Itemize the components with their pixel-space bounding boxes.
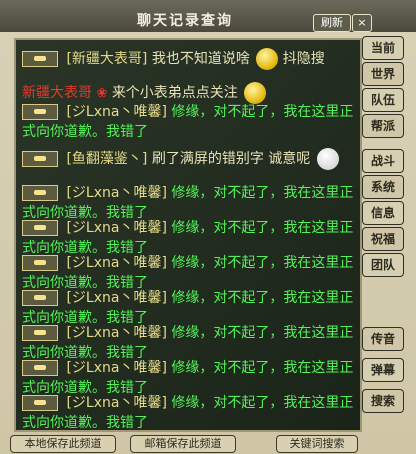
rose-icon: ❀	[96, 86, 108, 101]
tab-whisper[interactable]: 传音	[362, 327, 404, 351]
channel-icon	[22, 325, 58, 341]
chat-message: [ジLxna丶唯馨] 修缘，对不起了，我在这里正式向你道歉。我错了	[22, 183, 354, 223]
channel-icon	[22, 220, 58, 236]
smile-emoji-icon	[256, 48, 279, 70]
tab-current[interactable]: 当前	[362, 36, 404, 60]
sender-name: [ジLxna丶唯馨]	[66, 104, 167, 120]
channel-icon	[22, 51, 58, 67]
white-emoji-icon	[316, 148, 339, 170]
channel-icon	[22, 290, 58, 306]
close-button[interactable]: ×	[352, 14, 372, 32]
chat-log-panel[interactable]: [新疆大表哥] 我也不知道说啥 抖隐搜 新疆大表哥 ❀ 来个小表弟点点关注 [ジ…	[14, 38, 362, 432]
channel-icon	[22, 151, 58, 167]
channel-icon	[22, 360, 58, 376]
chat-message: [ジLxna丶唯馨] 修缘，对不起了，我在这里正式向你道歉。我错了	[22, 102, 354, 142]
chat-message: [ジLxna丶唯馨] 修缘，对不起了，我在这里正式向你道歉。我错了	[22, 393, 354, 430]
sender-name: [新疆大表哥]	[66, 51, 148, 67]
chat-message: [ジLxna丶唯馨] 修缘，对不起了，我在这里正式向你道歉。我错了	[22, 288, 354, 328]
tab-team[interactable]: 队伍	[362, 88, 404, 112]
sender-name: [ジLxna丶唯馨]	[66, 325, 167, 341]
smile-emoji-icon	[244, 82, 267, 104]
tab-guild[interactable]: 帮派	[362, 114, 404, 138]
tab-world[interactable]: 世界	[362, 62, 404, 86]
bottom-button-bar: 本地保存此频道 邮箱保存此频道 关键词搜索	[0, 431, 416, 454]
channel-icon	[22, 104, 58, 120]
chat-message: [ジLxna丶唯馨] 修缘，对不起了，我在这里正式向你道歉。我错了	[22, 323, 354, 363]
sender-name: [鱼翻藻鉴丶]	[66, 151, 148, 167]
channel-icon	[22, 255, 58, 271]
tab-danmaku[interactable]: 弹幕	[362, 358, 404, 382]
sender-name: [ジLxna丶唯馨]	[66, 185, 167, 201]
sender-name: [ジLxna丶唯馨]	[66, 220, 167, 236]
titlebar: 聊天记录查询 刷新 ×	[0, 0, 416, 32]
refresh-button[interactable]: 刷新	[313, 14, 351, 32]
message-extra: 抖隐搜	[282, 51, 325, 67]
sender-name: [ジLxna丶唯馨]	[66, 395, 167, 411]
sender-name: [ジLxna丶唯馨]	[66, 255, 167, 271]
chat-message: [ジLxna丶唯馨] 修缘，对不起了，我在这里正式向你道歉。我错了	[22, 358, 354, 398]
sender-name: [ジLxna丶唯馨]	[66, 360, 167, 376]
chat-message: [ジLxna丶唯馨] 修缘，对不起了，我在这里正式向你道歉。我错了	[22, 253, 354, 293]
sender-name: [ジLxna丶唯馨]	[66, 290, 167, 306]
chat-message: [ジLxna丶唯馨] 修缘，对不起了，我在这里正式向你道歉。我错了	[22, 218, 354, 258]
keyword-search-button[interactable]: 关键词搜索	[276, 435, 358, 453]
tab-blessing[interactable]: 祝福	[362, 227, 404, 251]
message-text: 我也不知道说啥	[151, 51, 250, 67]
tab-search[interactable]: 搜索	[362, 389, 404, 413]
chat-message: [鱼翻藻鉴丶] 刷了满屏的错别字 诚意呢	[22, 148, 354, 170]
window-title: 聊天记录查询	[137, 13, 233, 29]
sender-name: 新疆大表哥	[22, 85, 92, 101]
tab-battle[interactable]: 战斗	[362, 149, 404, 173]
save-local-button[interactable]: 本地保存此频道	[10, 435, 116, 453]
tab-system[interactable]: 系统	[362, 175, 404, 199]
chat-history-window: 聊天记录查询 刷新 × [新疆大表哥] 我也不知道说啥 抖隐搜 新疆大表哥 ❀ …	[0, 0, 416, 454]
channel-icon	[22, 395, 58, 411]
save-mail-button[interactable]: 邮箱保存此频道	[130, 435, 236, 453]
message-text: 刷了满屏的错别字 诚意呢	[151, 151, 311, 167]
message-text: 来个小表弟点点关注	[111, 85, 238, 101]
chat-message: 新疆大表哥 ❀ 来个小表弟点点关注	[22, 82, 354, 104]
tab-info[interactable]: 信息	[362, 201, 404, 225]
chat-message: [新疆大表哥] 我也不知道说啥 抖隐搜	[22, 48, 354, 70]
channel-icon	[22, 185, 58, 201]
tab-group[interactable]: 团队	[362, 253, 404, 277]
